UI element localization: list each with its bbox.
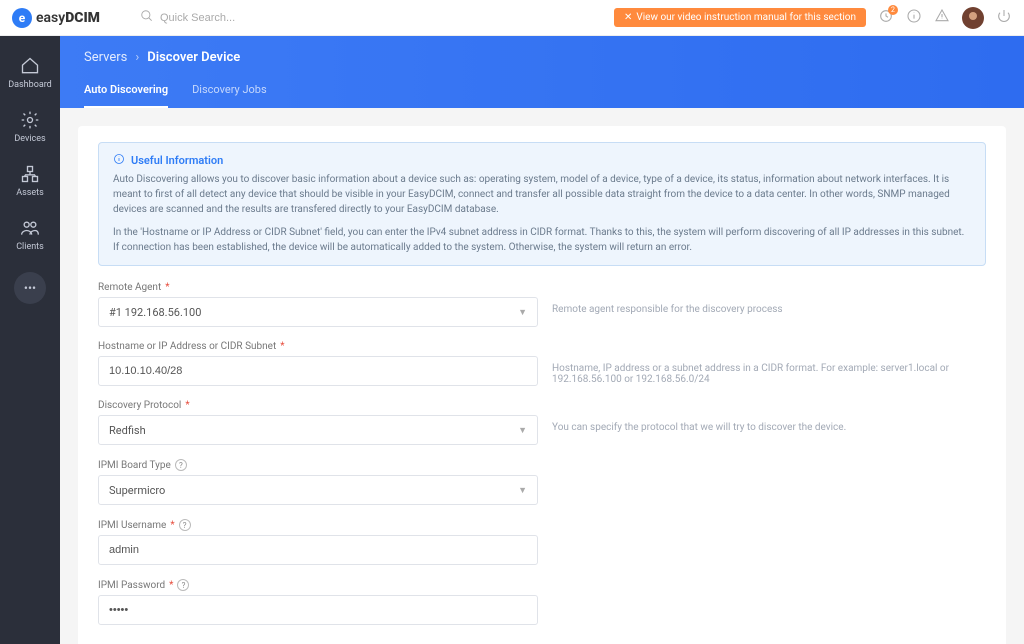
logo-text: easyDCIM	[36, 10, 100, 26]
chevron-down-icon: ▼	[518, 425, 527, 436]
password-label: IPMI Password	[98, 580, 165, 591]
video-instruction-banner[interactable]: ✕ View our video instruction manual for …	[614, 8, 866, 27]
sidebar-item-assets[interactable]: Assets	[5, 156, 55, 206]
help-icon[interactable]: ?	[177, 579, 189, 591]
topbar: e easyDCIM ✕ View our video instruction …	[0, 0, 1024, 36]
hostname-input[interactable]	[98, 356, 538, 386]
info-box: Useful Information Auto Discovering allo…	[98, 142, 986, 266]
power-icon[interactable]	[996, 8, 1012, 27]
search-icon	[140, 9, 154, 26]
chevron-right-icon: ›	[135, 50, 139, 65]
logo[interactable]: e easyDCIM	[12, 8, 100, 28]
remote-agent-label: Remote Agent	[98, 282, 161, 293]
protocol-select[interactable]: Redfish ▼	[98, 415, 538, 445]
info-text: Auto Discovering allows you to discover …	[113, 172, 971, 255]
username-label: IPMI Username	[98, 520, 166, 531]
avatar[interactable]	[962, 7, 984, 29]
protocol-label: Discovery Protocol	[98, 400, 181, 411]
breadcrumb-root[interactable]: Servers	[84, 50, 127, 65]
breadcrumb-current: Discover Device	[147, 50, 240, 65]
info-icon	[113, 153, 125, 168]
topbar-right: ✕ View our video instruction manual for …	[614, 7, 1012, 29]
chevron-down-icon: ▼	[518, 485, 527, 496]
breadcrumb: Servers › Discover Device	[84, 50, 1000, 65]
sidebar-item-devices[interactable]: Devices	[5, 102, 55, 152]
search-input[interactable]	[160, 12, 360, 24]
notif-badge: 2	[888, 5, 898, 15]
sidebar-item-clients[interactable]: Clients	[5, 210, 55, 260]
board-select[interactable]: Supermicro ▼	[98, 475, 538, 505]
alert-icon[interactable]	[934, 8, 950, 27]
protocol-hint: You can specify the protocol that we wil…	[538, 400, 986, 433]
main: Servers › Discover Device Auto Discoveri…	[60, 36, 1024, 644]
sidebar-item-dashboard[interactable]: Dashboard	[5, 48, 55, 98]
content-card: Useful Information Auto Discovering allo…	[78, 126, 1006, 644]
chevron-down-icon: ▼	[518, 307, 527, 318]
page-header: Servers › Discover Device Auto Discoveri…	[60, 36, 1024, 108]
help-icon[interactable]: ?	[179, 519, 191, 531]
board-label: IPMI Board Type	[98, 460, 171, 471]
hostname-label: Hostname or IP Address or CIDR Subnet	[98, 341, 276, 352]
username-input[interactable]	[98, 535, 538, 565]
password-input[interactable]	[98, 595, 538, 625]
info-title: Useful Information	[131, 154, 223, 167]
tabs: Auto Discovering Discovery Jobs	[84, 83, 1000, 108]
sidebar-more-button[interactable]: •••	[14, 272, 46, 304]
tab-discovery-jobs[interactable]: Discovery Jobs	[192, 83, 267, 108]
sidebar: Dashboard Devices Assets Clients •••	[0, 36, 60, 644]
logo-icon: e	[12, 8, 32, 28]
info-icon[interactable]	[906, 8, 922, 27]
remote-agent-select[interactable]: #1 192.168.56.100 ▼	[98, 297, 538, 327]
bell-icon[interactable]: 2	[878, 8, 894, 27]
tab-auto-discovering[interactable]: Auto Discovering	[84, 83, 168, 108]
remote-agent-hint: Remote agent responsible for the discove…	[538, 282, 986, 315]
hostname-hint: Hostname, IP address or a subnet address…	[538, 341, 986, 385]
help-icon[interactable]: ?	[175, 459, 187, 471]
close-icon[interactable]: ✕	[624, 12, 632, 23]
